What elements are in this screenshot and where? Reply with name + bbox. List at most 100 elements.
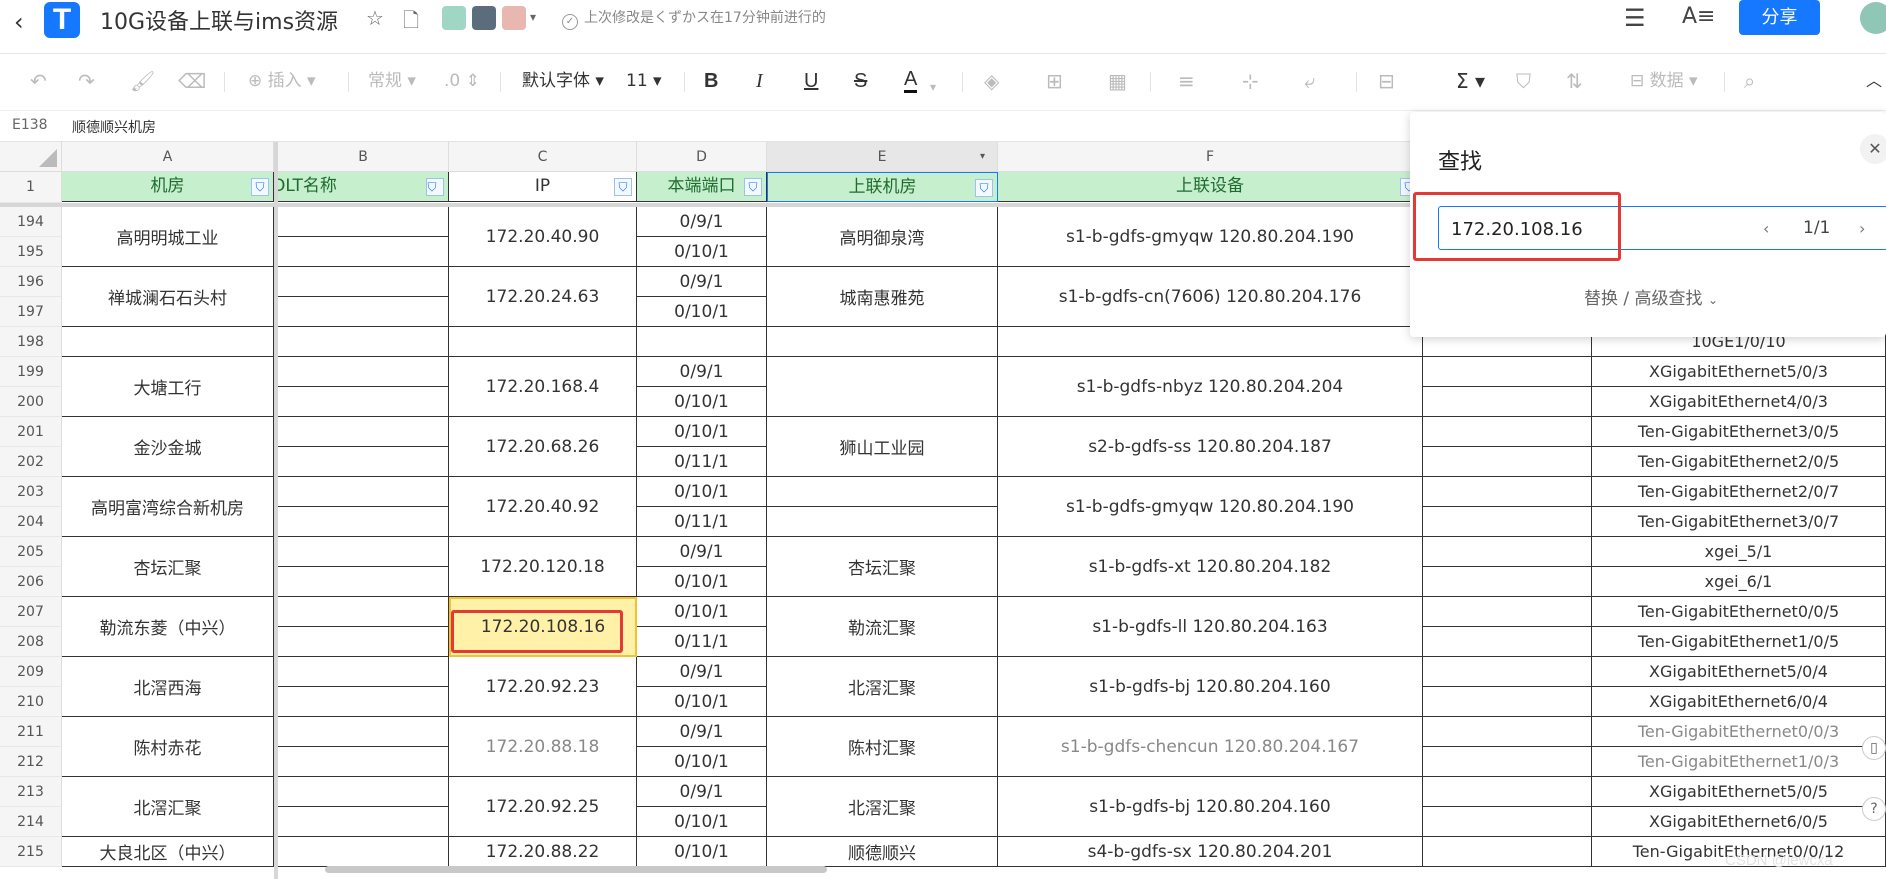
filter-icon[interactable]: ⛉ — [426, 178, 444, 196]
cell-uplink-port[interactable]: xgei_6/1 — [1592, 567, 1886, 597]
cell-olt[interactable] — [278, 627, 449, 657]
cell-olt[interactable] — [278, 507, 449, 537]
clear-format-icon[interactable]: ⌫ — [178, 68, 206, 94]
cell-uplink-device[interactable]: s1-b-gdfs-cn(7606) 120.80.204.176 — [998, 267, 1423, 327]
cell-uplink-device[interactable]: s1-b-gdfs-chencun 120.80.204.167 — [998, 717, 1423, 777]
cell-olt[interactable] — [278, 267, 449, 297]
row-header[interactable]: 203 — [0, 477, 62, 507]
cell-port[interactable]: 0/10/1 — [637, 237, 767, 267]
cell-olt[interactable] — [278, 237, 449, 267]
doc-title[interactable]: 10G设备上联与ims资源 — [100, 4, 338, 36]
cell-uplink-device[interactable]: s4-b-gdfs-sx 120.80.204.201 — [998, 837, 1423, 867]
header-cell-uplink-room[interactable]: 上联机房 ⛉ — [767, 172, 998, 202]
chevron-down-icon[interactable]: ▾ — [530, 10, 536, 24]
cell-uplink-room[interactable]: 北滘汇聚 — [767, 777, 998, 837]
cell-g[interactable] — [1423, 657, 1592, 687]
text-format-icon[interactable]: A≡ — [1682, 4, 1715, 29]
row-header[interactable]: 202 — [0, 447, 62, 477]
cell-g[interactable] — [1423, 597, 1592, 627]
cell-uplink-room[interactable] — [767, 507, 998, 537]
cell-uplink-device[interactable]: s1-b-gdfs-bj 120.80.204.160 — [998, 777, 1423, 837]
cell-port[interactable]: 0/10/1 — [637, 477, 767, 507]
cell-port[interactable]: 0/9/1 — [637, 357, 767, 387]
cell-room[interactable] — [62, 327, 274, 357]
menu-icon[interactable]: ☰ — [1624, 4, 1646, 32]
cell-uplink-device[interactable]: s1-b-gdfs-xt 120.80.204.182 — [998, 537, 1423, 597]
cell-g[interactable] — [1423, 507, 1592, 537]
user-avatar[interactable] — [1860, 2, 1886, 34]
chevron-right-icon[interactable]: › — [1859, 219, 1865, 238]
cell-uplink-device[interactable]: s2-b-gdfs-ss 120.80.204.187 — [998, 417, 1423, 477]
cell-port[interactable]: 0/10/1 — [637, 687, 767, 717]
row-header[interactable]: 212 — [0, 747, 62, 777]
column-header-f[interactable]: F — [998, 142, 1423, 172]
cell-olt[interactable] — [278, 207, 449, 237]
close-icon[interactable]: ✕ — [1860, 134, 1886, 164]
cell-olt[interactable] — [278, 297, 449, 327]
star-icon[interactable]: ☆ — [366, 6, 384, 30]
cell-uplink-port[interactable]: Ten-GigabitEthernet1/0/5 — [1592, 627, 1886, 657]
row-header[interactable]: 213 — [0, 777, 62, 807]
cell-olt[interactable] — [278, 657, 449, 687]
row-header[interactable]: 205 — [0, 537, 62, 567]
cell-port[interactable]: 0/10/1 — [637, 417, 767, 447]
cell-olt[interactable] — [278, 447, 449, 477]
cell-uplink-room[interactable]: 陈村汇聚 — [767, 717, 998, 777]
cell-g[interactable] — [1423, 627, 1592, 657]
app-logo-icon[interactable]: T — [44, 2, 80, 38]
cell-uplink-room[interactable]: 杏坛汇聚 — [767, 537, 998, 597]
row-header[interactable]: 209 — [0, 657, 62, 687]
cell-olt[interactable] — [278, 807, 449, 837]
insert-button[interactable]: ⊕ 插入 ▾ — [248, 68, 316, 94]
cell-ip[interactable]: 172.20.40.90 — [449, 207, 637, 267]
merge-cells-icon[interactable]: ▦ — [1108, 68, 1127, 94]
cell-ip[interactable]: 172.20.88.18 — [449, 717, 637, 777]
cell-g[interactable] — [1423, 747, 1592, 777]
wrap-text-icon[interactable]: ⤶ — [1304, 68, 1315, 94]
cell-uplink-room[interactable]: 高明御泉湾 — [767, 207, 998, 267]
undo-icon[interactable]: ↶ — [30, 68, 47, 94]
cell-olt[interactable] — [278, 747, 449, 777]
cell-room[interactable]: 高明富湾综合新机房 — [62, 477, 274, 537]
collaborator-avatar[interactable] — [442, 6, 466, 30]
underline-icon[interactable]: U — [804, 68, 818, 94]
filter-icon[interactable]: ⛉ — [744, 178, 762, 196]
font-size-select[interactable]: 11 ▾ — [626, 68, 662, 94]
cell-ip[interactable]: 172.20.88.22 — [449, 837, 637, 867]
number-format-select[interactable]: 常规 ▾ — [368, 68, 416, 94]
cell-uplink-room[interactable]: 顺德顺兴 — [767, 837, 998, 867]
row-header[interactable]: 200 — [0, 387, 62, 417]
cell-ip[interactable]: 172.20.68.26 — [449, 417, 637, 477]
align-vertical-icon[interactable]: ⊹ — [1242, 68, 1259, 94]
chevron-down-icon[interactable]: ▾ — [930, 74, 936, 100]
help-icon[interactable]: ? — [1862, 797, 1886, 821]
cell-uplink-room[interactable]: 狮山工业园 — [767, 417, 998, 477]
cell-g[interactable] — [1423, 537, 1592, 567]
filter-icon[interactable]: ⛉ — [975, 179, 993, 197]
cell-port[interactable]: 0/10/1 — [637, 387, 767, 417]
cell-room[interactable]: 北滘西海 — [62, 657, 274, 717]
freeze-line-vertical[interactable] — [274, 142, 278, 879]
cell-port[interactable]: 0/10/1 — [637, 597, 767, 627]
cell-ip[interactable]: 172.20.120.18 — [449, 537, 637, 597]
cell-uplink-room[interactable] — [767, 477, 998, 507]
filter-icon[interactable]: ⛉ — [251, 178, 269, 196]
cell-uplink-port[interactable]: XGigabitEthernet6/0/4 — [1592, 687, 1886, 717]
cell-olt[interactable] — [278, 777, 449, 807]
chevron-down-icon[interactable]: ▾ — [980, 142, 985, 172]
cell-port[interactable]: 0/10/1 — [637, 567, 767, 597]
border-icon[interactable]: ⊞ — [1046, 68, 1063, 94]
filter-icon[interactable]: ⛉ — [614, 178, 632, 196]
cell-olt[interactable] — [278, 567, 449, 597]
doc-info-icon[interactable]: 🗋 — [403, 6, 419, 40]
cell-olt[interactable] — [278, 327, 449, 357]
cell-port[interactable]: 0/9/1 — [637, 207, 767, 237]
cell-ip[interactable]: 172.20.92.25 — [449, 777, 637, 837]
row-header[interactable]: 207 — [0, 597, 62, 627]
row-header[interactable]: 197 — [0, 297, 62, 327]
header-cell-room[interactable]: 机房 ⛉ — [62, 172, 274, 202]
cell-room[interactable]: 禅城澜石石头村 — [62, 267, 274, 327]
column-header-a[interactable]: A — [62, 142, 274, 172]
cell-room[interactable]: 勒流东菱（中兴） — [62, 597, 274, 657]
redo-icon[interactable]: ↷ — [78, 68, 95, 94]
